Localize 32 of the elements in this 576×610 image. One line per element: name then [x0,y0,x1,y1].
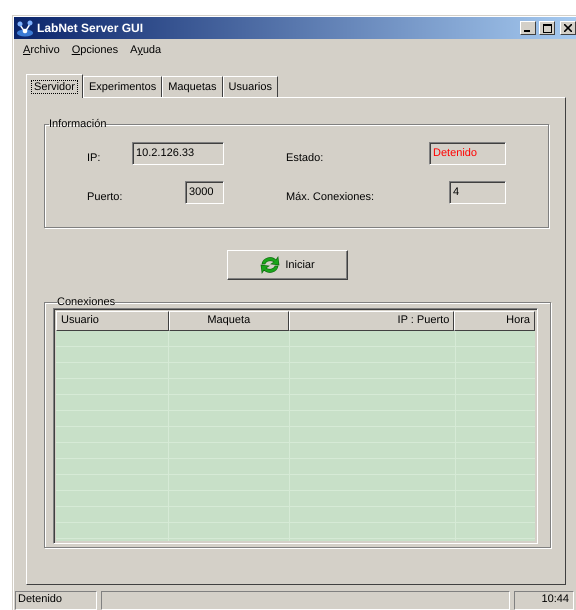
tab[interactable]: Servidor [26,74,83,98]
tab[interactable]: Experimentos [82,76,162,97]
close-button[interactable] [560,21,576,35]
field-label: IP: [87,152,102,164]
status-field: Detenido [429,142,506,164]
column-header[interactable]: Hora [454,311,535,331]
close-icon [564,24,572,32]
menu-item[interactable]: Archivo [17,44,66,56]
minimize-button[interactable] [520,21,536,35]
menu-item[interactable]: Opciones [66,44,124,56]
status-text: Detenido [15,591,97,610]
field-label: Estado: [286,152,324,164]
column-header[interactable]: Maqueta [168,311,290,331]
network-icon [16,19,34,37]
group-title: Conexiones [57,296,116,308]
max-connections-field: 4 [449,180,506,204]
column-header[interactable]: IP : Puerto [289,311,454,331]
menu-item[interactable]: Ayuda [124,44,168,56]
start-button[interactable]: Iniciar [226,250,348,280]
ip-field: 10.2.126.33 [132,142,224,164]
maximize-button[interactable] [539,21,555,35]
group-title: Información [49,118,106,130]
maximize-icon [542,24,552,32]
port-field: 3000 [185,180,224,204]
clock-text: 10:44 [514,591,574,610]
window-title: LabNet Server GUI [37,21,144,35]
column-header[interactable]: Usuario [56,311,169,331]
tab[interactable]: Usuarios [222,76,278,97]
field-label: Máx. Conexiones: [286,191,376,203]
field-label: Puerto: [87,191,124,203]
refresh-icon [259,255,282,275]
tab[interactable]: Maquetas [162,76,223,97]
